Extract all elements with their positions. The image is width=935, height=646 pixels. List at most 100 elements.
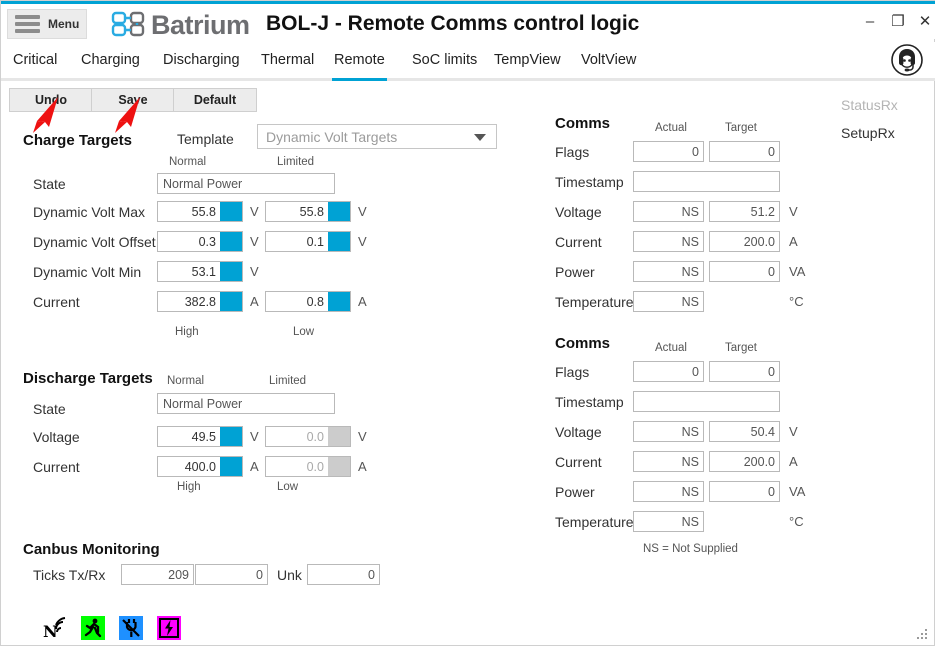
comms-1-5-actual-field[interactable]: NS [633,511,704,532]
discharge-1-limited-unit: A [358,459,367,474]
discharge-1-limited-field[interactable]: 0.0 [265,456,351,477]
comms-row-label: Temperature [555,514,634,530]
ticks-rx-field[interactable]: 0 [195,564,268,585]
setup-rx-label[interactable]: SetupRx [841,125,895,141]
save-button[interactable]: Save [91,88,175,112]
spinner-block[interactable] [328,427,350,446]
network-signal-icon[interactable]: N [43,616,67,640]
comms-0-2-target-field-value: 51.2 [750,204,775,219]
charge-3-limited-field[interactable]: 0.8 [265,291,351,312]
discharge-0-normal-field[interactable]: 49.5 [157,426,243,447]
comms-1-2-actual-field-value: NS [681,424,699,439]
comms-1-4-actual-field[interactable]: NS [633,481,704,502]
template-label: Template [177,131,234,147]
plug-icon[interactable] [119,616,143,640]
comms-col-target: Target [725,342,757,354]
ticks-tx-field[interactable]: 209 [121,564,194,585]
comms-0-3-target-field-value: 200.0 [743,234,775,249]
comms-1-2-actual-field[interactable]: NS [633,421,704,442]
comms-1-2-target-field[interactable]: 50.4 [709,421,780,442]
charge-state-field[interactable]: Normal Power [157,173,335,194]
comms-1-3-target-field-value: 200.0 [743,454,775,469]
spinner-block[interactable] [220,457,242,476]
undo-button[interactable]: Undo [9,88,93,112]
charge-3-normal-field[interactable]: 382.8 [157,291,243,312]
resize-grip[interactable] [917,629,929,641]
discharge-row-label: Current [33,459,80,475]
tab-remote[interactable]: Remote [332,42,387,81]
default-button[interactable]: Default [173,88,257,112]
spinner-block[interactable] [328,202,350,221]
spinner-block[interactable] [220,292,242,311]
discharge-0-limited-field[interactable]: 0.0 [265,426,351,447]
running-person-icon[interactable] [81,616,105,640]
spinner-block[interactable] [328,292,350,311]
comms-0-4-actual-field[interactable]: NS [633,261,704,282]
discharge-col-normal: Normal [167,375,205,387]
comms-0-1-actual-field[interactable] [633,171,780,192]
spinner-block[interactable] [328,232,350,251]
charge-bolt-icon[interactable] [157,616,181,640]
comms-row-label: Timestamp [555,394,624,410]
charge-row-label: Dynamic Volt Max [33,204,146,220]
tab-discharging[interactable]: Discharging [161,42,242,81]
charge-0-limited-field[interactable]: 55.8 [265,201,351,222]
comms-title: Comms [555,335,611,352]
discharge-state-field-value: Normal Power [163,396,243,411]
minimize-button[interactable]: – [856,8,884,34]
comms-0-4-target-field[interactable]: 0 [709,261,780,282]
support-avatar-icon[interactable] [891,44,923,76]
charge-1-normal-field[interactable]: 0.3 [157,231,243,252]
comms-1-4-target-field[interactable]: 0 [709,481,780,502]
comms-0-5-actual-field[interactable]: NS [633,291,704,312]
comms-0-3-actual-field[interactable]: NS [633,231,704,252]
template-dropdown[interactable]: Dynamic Volt Targets [257,124,497,149]
comms-0-4-actual-field-value: NS [681,264,699,279]
tab-tempview[interactable]: TempView [492,42,563,81]
ticks-label: Ticks Tx/Rx [33,567,106,583]
ticks-rx-value: 0 [256,567,263,582]
comms-1-5-actual-field-value: NS [681,514,699,529]
comms-1-0-actual-field[interactable]: 0 [633,361,704,382]
comms-1-3-target-field[interactable]: 200.0 [709,451,780,472]
comms-0-3-target-field[interactable]: 200.0 [709,231,780,252]
spinner-block[interactable] [220,232,242,251]
comms-0-0-actual-field[interactable]: 0 [633,141,704,162]
charge-0-normal-field[interactable]: 55.8 [157,201,243,222]
tab-label: Thermal [261,51,315,68]
comms-1-0-target-field[interactable]: 0 [709,361,780,382]
discharge-1-normal-field[interactable]: 400.0 [157,456,243,477]
comms-0-0-target-field[interactable]: 0 [709,141,780,162]
tab-label: TempView [494,51,561,68]
discharge-0-normal-field-value: 49.5 [191,429,216,444]
unk-label: Unk [277,567,302,583]
close-button[interactable]: ✕ [911,8,935,34]
spinner-block[interactable] [328,457,350,476]
tab-charging[interactable]: Charging [79,42,142,81]
status-rx-label[interactable]: StatusRx [841,97,898,113]
discharge-state-field[interactable]: Normal Power [157,393,335,414]
spinner-block[interactable] [220,427,242,446]
tab-thermal[interactable]: Thermal [259,42,316,81]
spinner-block[interactable] [220,202,242,221]
discharge-targets-title: Discharge Targets [23,370,153,387]
maximize-button[interactable]: ❐ [884,8,912,34]
menu-button[interactable]: Menu [7,9,87,39]
comms-row-label: Temperature [555,294,634,310]
tab-soc-limits[interactable]: SoC limits [410,42,479,81]
comms-0-2-actual-field[interactable]: NS [633,201,704,222]
comms-0-2-target-field[interactable]: 51.2 [709,201,780,222]
discharge-state-label: State [33,401,66,417]
charge-1-limited-field[interactable]: 0.1 [265,231,351,252]
spinner-block[interactable] [220,262,242,281]
comms-1-2-unit: V [789,424,798,439]
unk-field[interactable]: 0 [307,564,380,585]
comms-1-1-actual-field[interactable] [633,391,780,412]
charge-2-normal-field[interactable]: 53.1 [157,261,243,282]
charge-0-limited-unit: V [358,204,367,219]
charge-3-normal-field-value: 382.8 [184,294,216,309]
tab-voltview[interactable]: VoltView [579,42,638,81]
comms-1-3-actual-field[interactable]: NS [633,451,704,472]
tab-critical[interactable]: Critical [11,42,59,81]
tab-bar: Critical Charging Discharging Thermal Remote… [1,42,935,81]
